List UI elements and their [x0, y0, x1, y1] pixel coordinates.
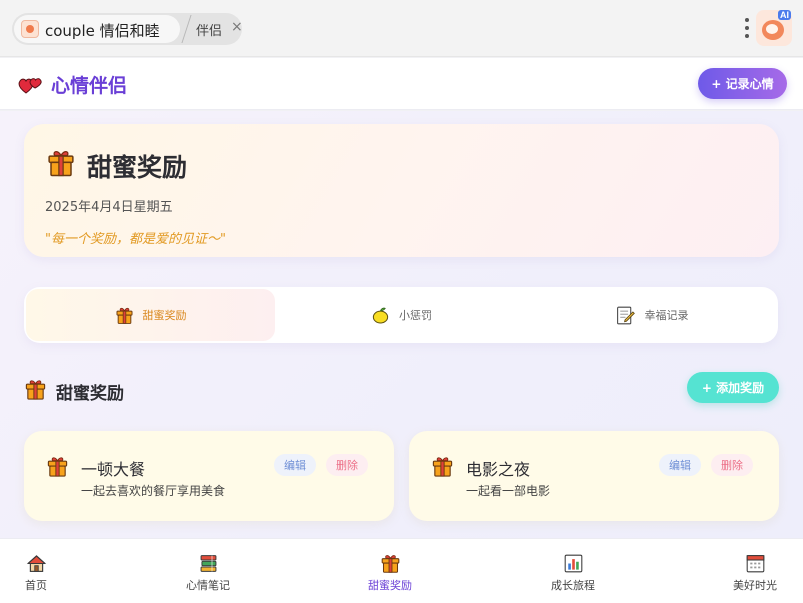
nav-item-sweet-rewards[interactable]: 甜蜜奖励 [350, 539, 430, 603]
tab-sweet-rewards[interactable]: 甜蜜奖励 [26, 289, 275, 341]
nav-item-growth-journey[interactable]: 成长旅程 [533, 539, 613, 603]
nav-item-home[interactable]: 首页 [6, 539, 66, 603]
edit-button[interactable]: 编辑 [274, 454, 316, 476]
house-icon [26, 553, 47, 574]
reward-title: 电影之夜 [466, 460, 531, 479]
hero-quote: "每一个奖励，都是爱的见证～" [45, 232, 226, 247]
nav-label: 首页 [25, 579, 47, 592]
bar-chart-icon [563, 553, 584, 574]
browser-tab-active[interactable]: couple 情侣和睦 [14, 15, 180, 43]
memo-icon [615, 305, 636, 326]
tab-label: 甜蜜奖励 [142, 309, 187, 322]
hearts-logo-icon [18, 78, 42, 94]
browser-topbar: couple 情侣和睦 伴侣 × AI [0, 0, 803, 57]
reward-card[interactable]: 一顿大餐 一起去喜欢的餐厅享用美食 编辑 删除 [24, 431, 394, 521]
gift-icon [380, 553, 401, 574]
gift-icon [46, 148, 76, 178]
edit-button[interactable]: 编辑 [659, 454, 701, 476]
close-icon[interactable]: × [231, 19, 243, 35]
gift-icon [46, 455, 69, 478]
browser-tab-group: couple 情侣和睦 伴侣 × [12, 13, 243, 45]
record-mood-button[interactable]: + 记录心情 [698, 68, 787, 99]
app-header: 心情伴侣 + 记录心情 [0, 58, 803, 110]
nav-item-good-times[interactable]: 美好时光 [715, 539, 795, 603]
delete-button[interactable]: 删除 [326, 454, 368, 476]
ai-extension-button[interactable]: AI [756, 10, 792, 46]
gift-icon [24, 378, 47, 401]
add-reward-button[interactable]: + 添加奖励 [687, 372, 779, 403]
nav-label: 甜蜜奖励 [368, 579, 412, 592]
tab-label: 幸福记录 [644, 309, 689, 322]
hero-title: 甜蜜奖励 [87, 153, 188, 182]
reward-description: 一起去喜欢的餐厅享用美食 [81, 484, 226, 498]
nav-item-mood-notes[interactable]: 心情笔记 [168, 539, 248, 603]
ai-badge: AI [778, 10, 791, 20]
browser-tab-title: couple 情侣和睦 [45, 22, 160, 40]
category-tabs: 甜蜜奖励 小惩罚 幸福记录 [24, 287, 778, 343]
books-icon [198, 553, 219, 574]
tab-divider [182, 13, 192, 45]
tab-small-punishments[interactable]: 小惩罚 [277, 289, 526, 341]
gift-icon [431, 455, 454, 478]
section-title: 甜蜜奖励 [56, 384, 124, 404]
more-options-icon[interactable] [741, 16, 753, 42]
app-title: 心情伴侣 [51, 75, 128, 97]
tab-happy-records[interactable]: 幸福记录 [527, 289, 776, 341]
lemon-icon [371, 306, 390, 325]
app-favicon-icon [21, 20, 39, 38]
browser-tab-partner[interactable]: 伴侣 [196, 20, 222, 39]
nav-label: 美好时光 [733, 579, 777, 592]
reward-description: 一起看一部电影 [466, 484, 551, 498]
nav-label: 成长旅程 [551, 579, 595, 592]
tab-label: 小惩罚 [399, 309, 432, 322]
section-header: 甜蜜奖励 + 添加奖励 [24, 372, 779, 407]
calendar-icon [745, 553, 766, 574]
hero-card: 甜蜜奖励 2025年4月4日星期五 "每一个奖励，都是爱的见证～" [24, 124, 779, 257]
bottom-nav: 首页 心情笔记 甜蜜奖励 成长旅程 美好时光 [0, 538, 803, 603]
main-content: 甜蜜奖励 2025年4月4日星期五 "每一个奖励，都是爱的见证～" 甜蜜奖励 小… [0, 111, 803, 538]
hero-date: 2025年4月4日星期五 [45, 200, 173, 215]
nav-label: 心情笔记 [186, 579, 230, 592]
delete-button[interactable]: 删除 [711, 454, 753, 476]
reward-title: 一顿大餐 [81, 460, 146, 479]
gift-icon [115, 306, 134, 325]
reward-card[interactable]: 电影之夜 一起看一部电影 编辑 删除 [409, 431, 779, 521]
